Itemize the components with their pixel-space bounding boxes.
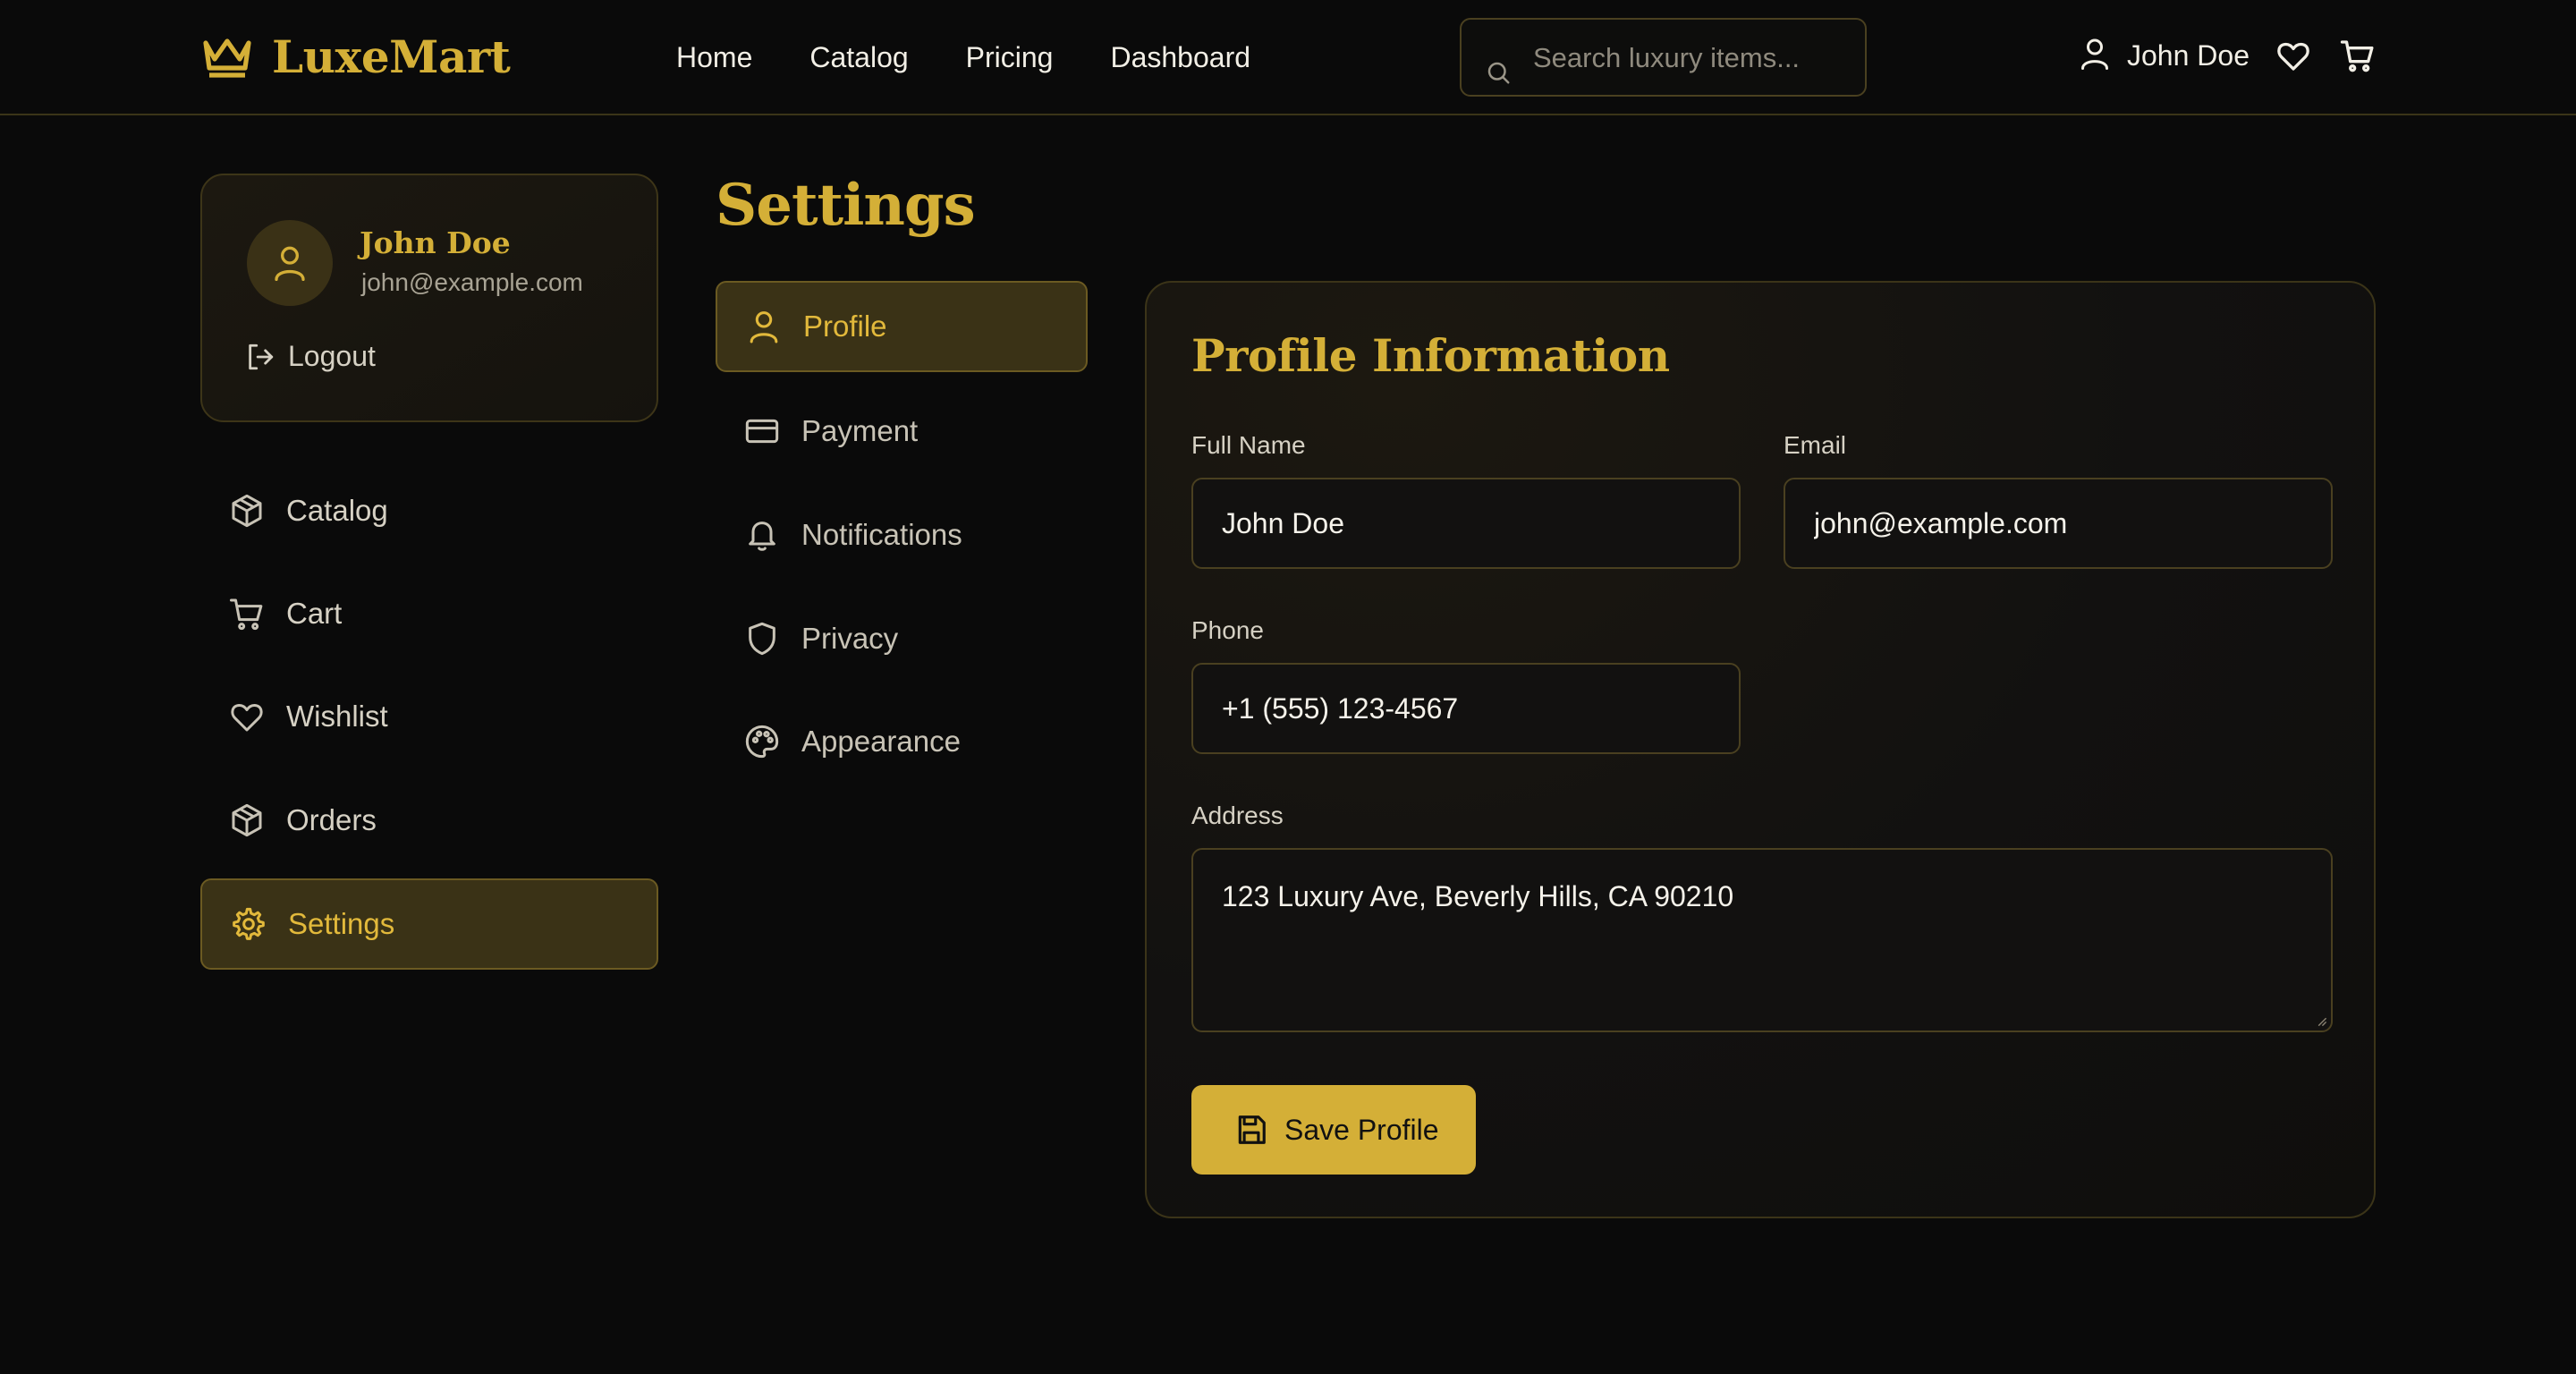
crown-icon — [203, 38, 251, 78]
bell-icon — [749, 522, 775, 551]
profile-email: john@example.com — [361, 268, 583, 296]
card-title: Profile Information — [1191, 329, 1670, 382]
user-icon — [2079, 36, 2111, 76]
settings-tab-appearance[interactable]: Appearance — [716, 696, 1088, 787]
sidebar-item-catalog[interactable]: Catalog — [200, 465, 658, 556]
avatar — [247, 220, 333, 306]
settings-tab-notifications[interactable]: Notifications — [716, 489, 1088, 581]
cart-icon — [230, 598, 263, 631]
logout-button[interactable]: Logout — [245, 340, 376, 373]
save-profile-label: Save Profile — [1284, 1113, 1439, 1146]
search-input[interactable] — [1533, 36, 1855, 81]
address-label: Address — [1191, 802, 1284, 829]
top-navbar: LuxeMart Home Catalog Pricing Dashboard … — [0, 0, 2576, 115]
main-nav: Home Catalog Pricing Dashboard — [676, 36, 1308, 79]
sidebar-item-cart[interactable]: Cart — [200, 568, 658, 659]
sidebar-item-label: Wishlist — [286, 700, 388, 733]
full-name-label: Full Name — [1191, 431, 1306, 459]
settings-tab-payment[interactable]: Payment — [716, 386, 1088, 477]
nav-catalog[interactable]: Catalog — [809, 36, 908, 79]
settings-tab-privacy[interactable]: Privacy — [716, 593, 1088, 684]
brand-logo[interactable]: LuxeMart — [200, 30, 511, 83]
shield-icon — [749, 622, 775, 656]
user-menu[interactable]: John Doe — [2079, 36, 2250, 76]
address-field[interactable]: 123 Luxury Ave, Beverly Hills, CA 90210 — [1191, 848, 2333, 1032]
nav-home[interactable]: Home — [676, 36, 752, 79]
header-user-name: John Doe — [2127, 39, 2250, 72]
sidebar-item-wishlist[interactable]: Wishlist — [200, 671, 658, 762]
settings-tab-label: Notifications — [801, 518, 962, 551]
heart-icon[interactable] — [2275, 38, 2311, 73]
phone-field[interactable] — [1191, 663, 1741, 754]
logout-icon — [249, 344, 274, 369]
save-icon — [1238, 1115, 1266, 1144]
settings-tab-profile[interactable]: Profile — [716, 281, 1088, 372]
gear-icon — [233, 907, 265, 940]
search-icon — [1487, 62, 1510, 84]
phone-label: Phone — [1191, 616, 1264, 644]
sidebar-item-orders[interactable]: Orders — [200, 775, 658, 866]
brand-name: LuxeMart — [272, 30, 511, 83]
search-box — [1460, 18, 1867, 97]
user-icon — [275, 246, 305, 281]
sidebar-item-label: Catalog — [286, 494, 388, 527]
page-title: Settings — [716, 172, 976, 239]
credit-card-icon — [745, 419, 779, 444]
sidebar-item-label: Orders — [286, 803, 377, 836]
email-field[interactable] — [1784, 478, 2333, 569]
profile-card: John Doe john@example.com Logout — [200, 174, 658, 422]
sidebar-item-settings[interactable]: Settings — [200, 878, 658, 970]
sidebar-item-label: Cart — [286, 597, 343, 630]
user-icon — [750, 311, 778, 344]
palette-icon — [745, 725, 779, 759]
box-icon — [232, 494, 262, 528]
settings-tab-label: Privacy — [801, 622, 899, 655]
resize-grip-icon[interactable] — [2315, 1014, 2327, 1027]
nav-pricing[interactable]: Pricing — [966, 36, 1054, 79]
cart-icon[interactable] — [2340, 38, 2376, 73]
save-profile-button[interactable]: Save Profile — [1191, 1085, 1476, 1175]
sidebar-item-label: Settings — [288, 907, 395, 940]
profile-name: John Doe — [360, 225, 511, 260]
settings-tab-label: Appearance — [801, 725, 961, 758]
email-label: Email — [1784, 431, 1847, 459]
box-icon — [232, 803, 262, 837]
heart-icon — [231, 704, 263, 732]
settings-tab-label: Payment — [801, 414, 919, 447]
nav-dashboard[interactable]: Dashboard — [1110, 36, 1250, 79]
full-name-field[interactable] — [1191, 478, 1741, 569]
logout-label: Logout — [288, 340, 376, 372]
settings-tab-label: Profile — [803, 310, 887, 343]
profile-info-card: Profile Information Full Name Email Phon… — [1145, 281, 2376, 1218]
